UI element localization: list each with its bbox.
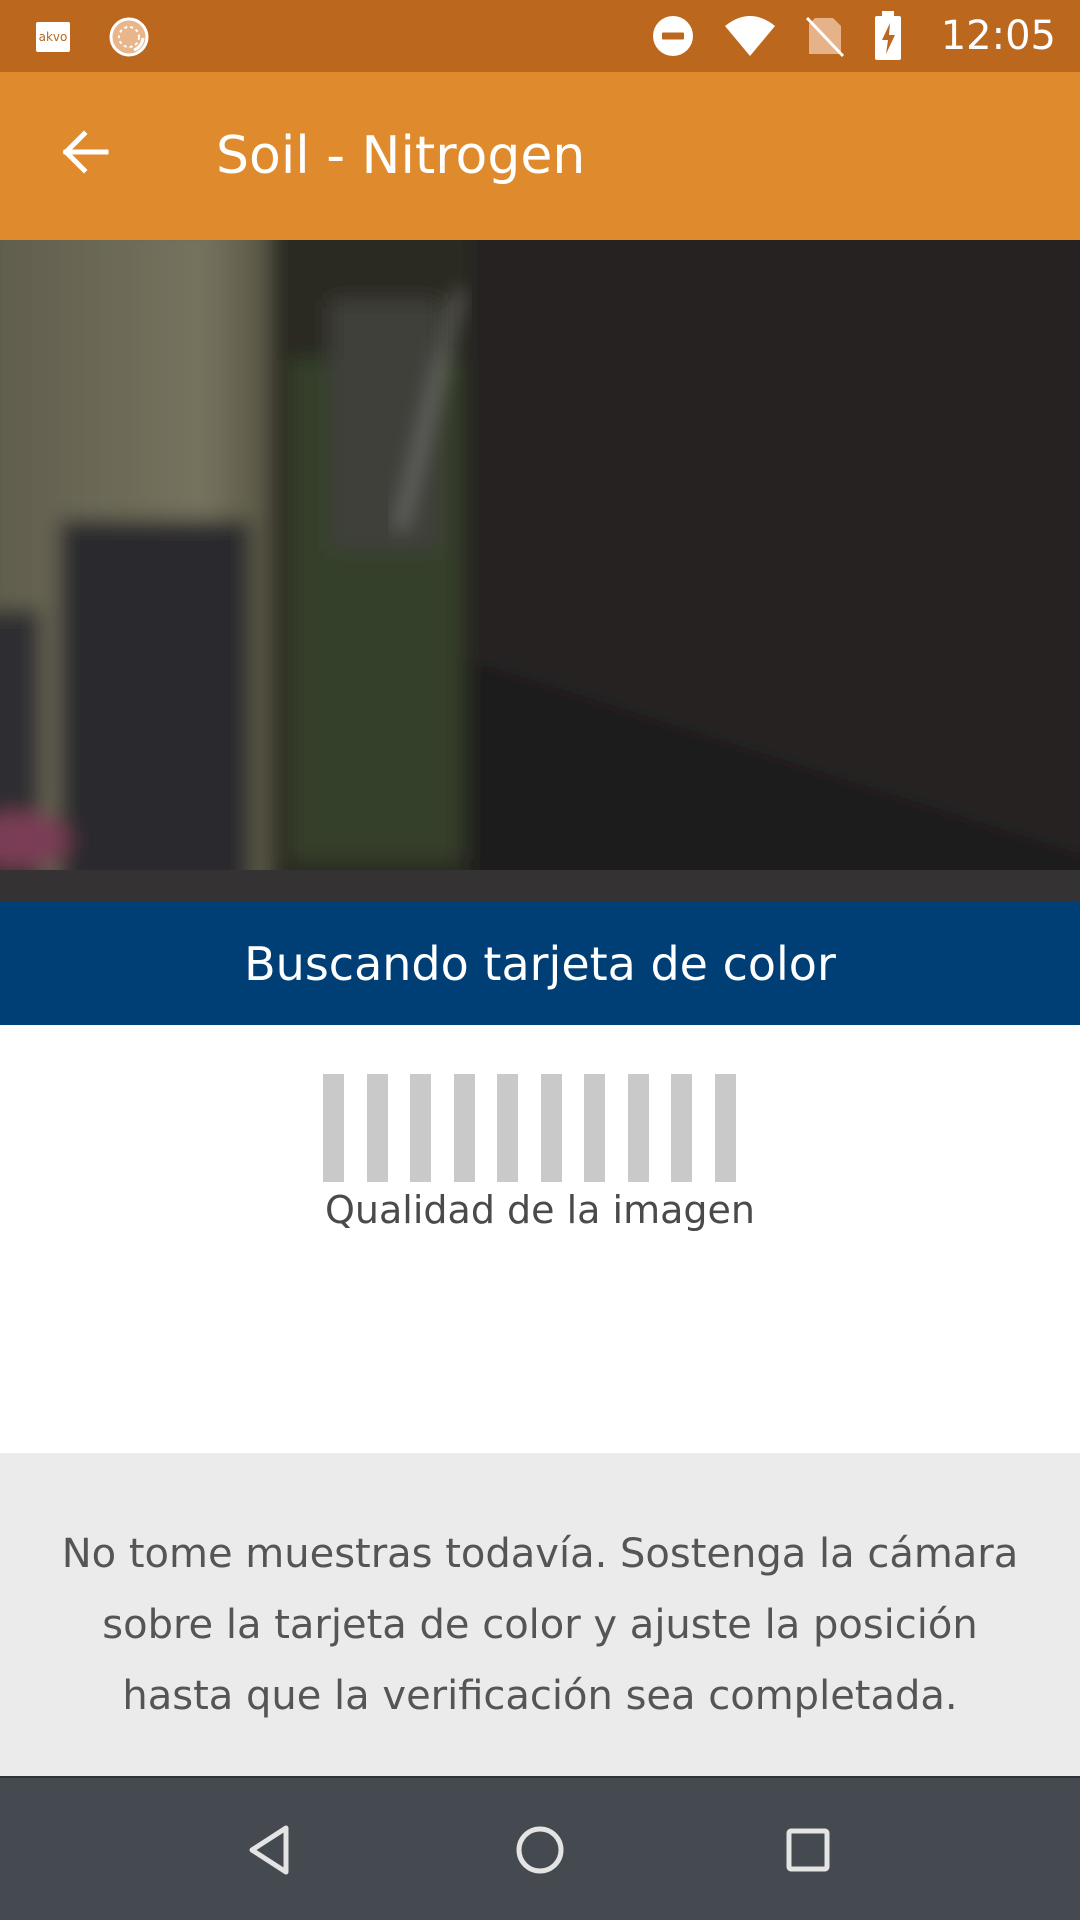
quality-bar	[540, 1074, 562, 1182]
quality-bar	[671, 1074, 692, 1182]
recents-icon	[786, 1828, 830, 1872]
nav-recents-button[interactable]	[768, 1810, 848, 1890]
camera-feed-image	[0, 240, 1080, 870]
image-quality-label: Qualidad de la imagen	[325, 1188, 755, 1232]
battery-charging-icon	[874, 11, 901, 60]
status-banner-text: Buscando tarjeta de color	[244, 936, 836, 991]
page-title: Soil - Nitrogen	[216, 126, 586, 186]
instructions-text: No tome muestras todavía. Sostenga la cá…	[61, 1531, 1019, 1719]
akvo-app-icon: akvo	[36, 22, 70, 52]
caddisfly-app-icon	[109, 17, 149, 57]
app-bar: Soil - Nitrogen	[0, 72, 1080, 240]
quality-bar	[410, 1074, 431, 1182]
arrow-back-icon	[62, 130, 109, 174]
status-bar: akvo 12:05	[0, 0, 1080, 72]
image-quality-section: Qualidad de la imagen	[0, 1025, 1080, 1453]
quality-bar	[714, 1074, 736, 1182]
no-sim-icon	[805, 16, 844, 58]
notification-icons: akvo	[36, 16, 150, 58]
do-not-disturb-icon	[652, 16, 693, 56]
instructions-panel: No tome muestras todavía. Sostenga la cá…	[0, 1453, 1080, 1776]
back-button[interactable]	[44, 112, 124, 192]
home-icon	[516, 1826, 564, 1874]
nav-back-button[interactable]	[230, 1810, 310, 1890]
nav-home-button[interactable]	[500, 1810, 580, 1890]
camera-preview-strip	[0, 870, 1080, 902]
color-card-status-banner: Buscando tarjeta de color	[0, 902, 1080, 1025]
quality-bar	[584, 1074, 605, 1182]
camera-preview	[0, 240, 1080, 870]
status-clock: 12:05	[940, 13, 1056, 59]
quality-bar	[323, 1074, 344, 1182]
quality-bar	[366, 1074, 388, 1182]
system-navigation-bar	[0, 1776, 1080, 1920]
quality-bar	[497, 1074, 518, 1182]
quality-bar	[627, 1074, 649, 1182]
back-icon	[249, 1825, 289, 1875]
wifi-icon	[724, 16, 775, 56]
system-icons: 12:05	[651, 0, 1056, 72]
quality-bar	[453, 1074, 475, 1182]
